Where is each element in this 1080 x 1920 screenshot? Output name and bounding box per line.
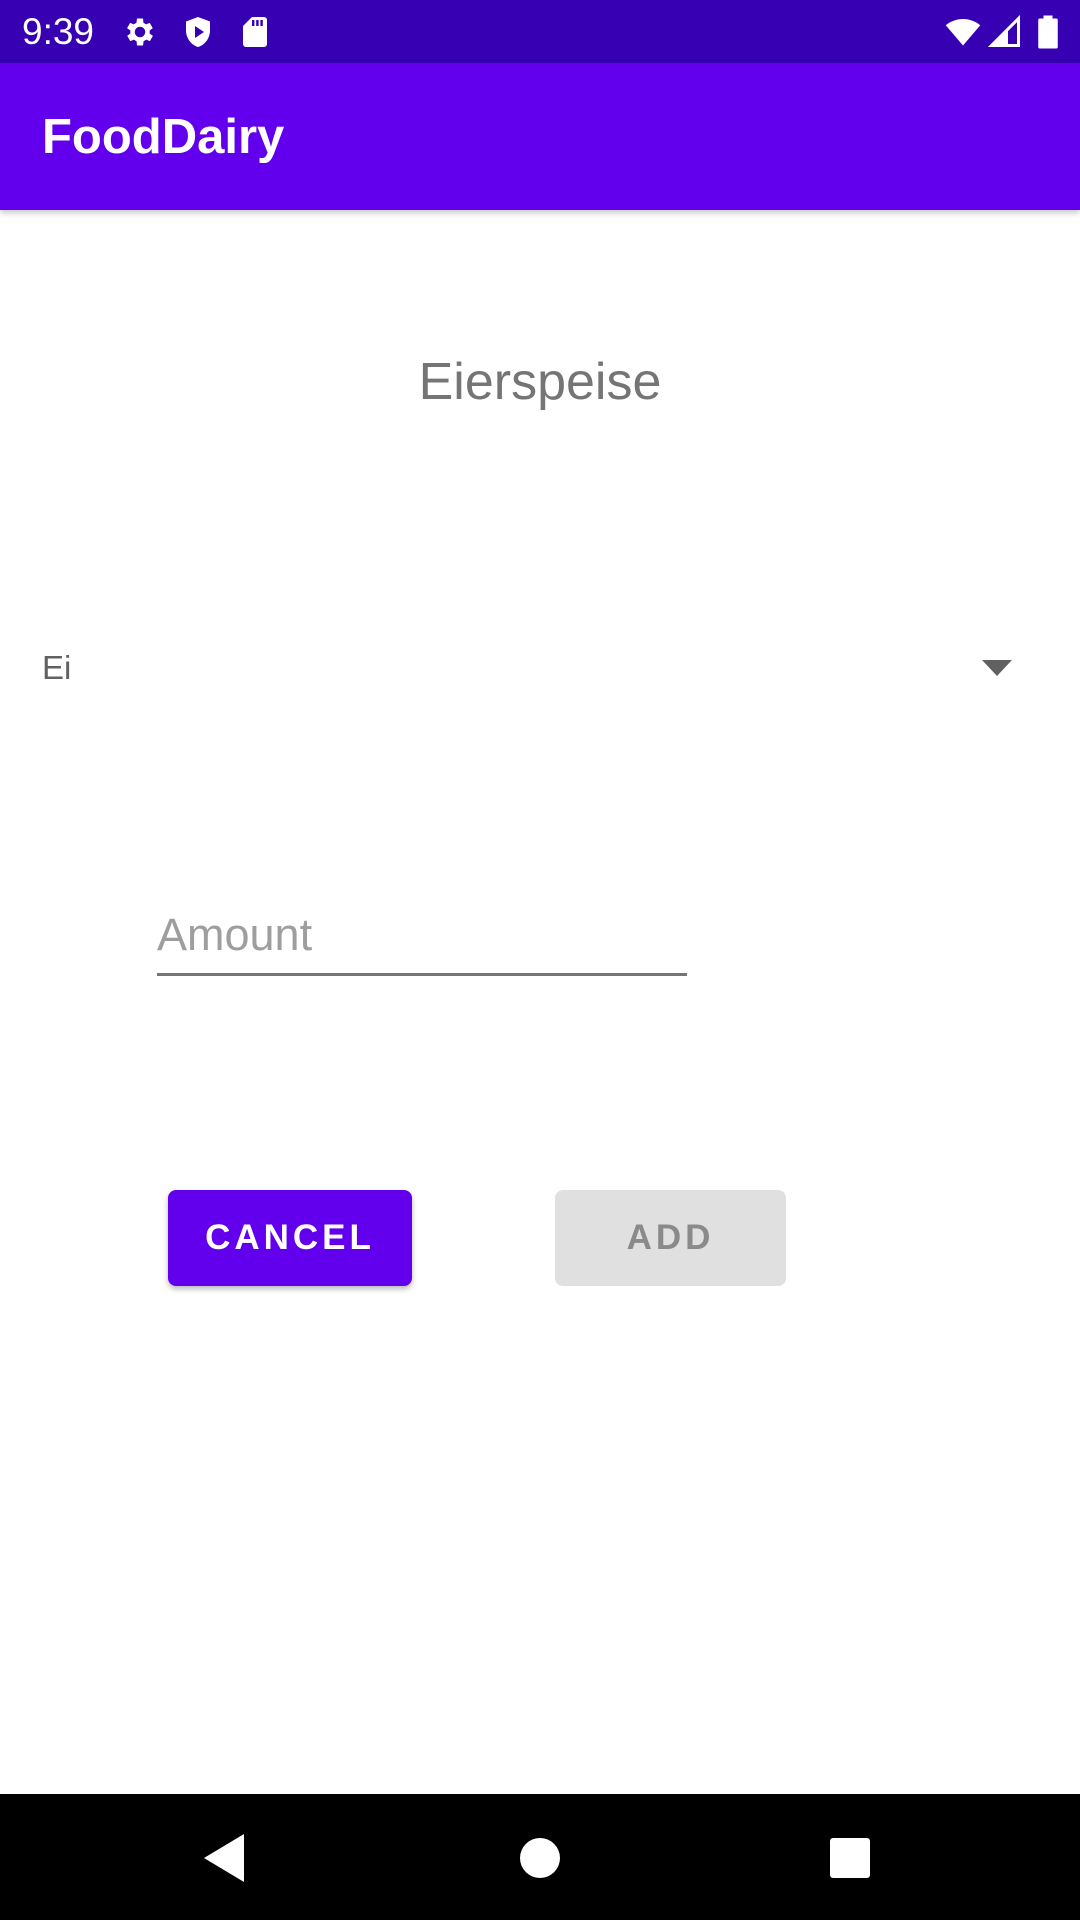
app-title: FoodDairy [42,110,285,164]
spinner-selected-value: Ei [42,649,72,686]
battery-icon [1038,15,1058,49]
recents-icon[interactable] [820,1828,880,1888]
app-bar: FoodDairy [0,63,1080,210]
gear-icon [127,18,153,46]
wifi-icon [945,18,981,46]
recipe-title: Eierspeise [418,353,662,411]
amount-input[interactable] [157,900,687,970]
screen: 9:39 FoodDairy Eierspeise Ei Amount CANC… [0,0,1080,1920]
status-bar: 9:39 [0,0,1080,63]
shield-play-icon [186,17,210,47]
amount-field[interactable] [157,900,687,976]
back-icon[interactable] [196,1828,256,1888]
ingredient-spinner[interactable]: Ei [0,630,1080,710]
dropdown-arrow-icon [982,660,1012,676]
navigation-bar [0,1794,1080,1920]
sd-card-icon [243,17,267,47]
signal-icon [987,14,1020,47]
cancel-button[interactable]: CANCEL [168,1190,412,1286]
home-icon[interactable] [510,1828,570,1888]
status-time: 9:39 [22,11,95,52]
add-button[interactable]: ADD [555,1190,786,1286]
